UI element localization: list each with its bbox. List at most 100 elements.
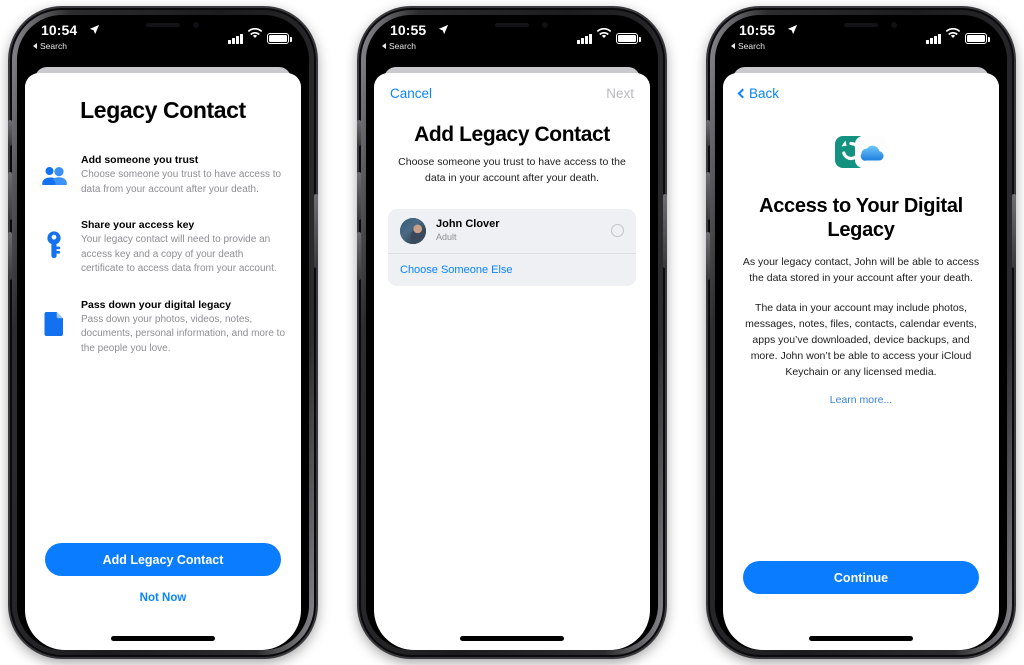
bottom-actions: Add Legacy Contact Not Now <box>25 543 301 650</box>
cellular-signal-icon <box>926 34 941 44</box>
location-arrow-icon <box>89 24 100 35</box>
home-indicator[interactable] <box>111 636 215 641</box>
feature-share-your-access-key: Share your access key Your legacy contac… <box>39 219 287 277</box>
three-phone-screenshot-layout: 10:54 Search Legacy Contact Add someone … <box>0 0 1024 665</box>
battery-icon <box>616 33 641 44</box>
status-indicators <box>228 26 292 44</box>
document-icon <box>39 299 69 337</box>
paragraph-two: The data in your account may include pho… <box>745 301 977 378</box>
status-indicators <box>577 26 641 44</box>
feature-title: Pass down your digital legacy <box>81 298 231 311</box>
learn-more-link[interactable]: Learn more... <box>723 394 999 406</box>
volume-down-button[interactable] <box>357 232 361 280</box>
volume-up-button[interactable] <box>8 172 12 220</box>
location-arrow-icon <box>787 24 798 35</box>
status-time: 10:55 <box>390 22 427 38</box>
notch <box>456 15 568 38</box>
battery-icon <box>267 33 292 44</box>
avatar <box>400 217 426 244</box>
modal-sheet: Back Access to Your Digital Legacy As yo… <box>723 73 999 650</box>
continue-button[interactable]: Continue <box>743 561 979 594</box>
status-back-to-app[interactable]: Search <box>382 41 416 51</box>
earpiece-speaker <box>146 23 180 27</box>
cellular-signal-icon <box>577 34 592 44</box>
status-back-label: Search <box>40 41 67 51</box>
volume-up-button[interactable] <box>706 172 710 220</box>
notch <box>107 15 219 38</box>
contact-card: John Clover Adult Choose Someone Else <box>388 208 636 286</box>
status-back-label: Search <box>389 41 416 51</box>
paragraph-one: As your legacy contact, John will be abl… <box>742 255 980 284</box>
notch <box>805 15 917 38</box>
status-indicators <box>926 26 990 44</box>
feature-list: Add someone you trust Choose someone you… <box>25 154 301 356</box>
back-button[interactable]: Back <box>737 85 780 101</box>
nav-bar: Cancel Next <box>374 73 650 113</box>
wifi-icon <box>596 26 612 44</box>
choose-someone-else-button[interactable]: Choose Someone Else <box>388 254 636 286</box>
wifi-icon <box>247 26 263 44</box>
page-title: Access to Your Digital Legacy <box>759 195 963 242</box>
power-button[interactable] <box>314 194 318 268</box>
silent-switch[interactable] <box>706 120 710 146</box>
silent-switch[interactable] <box>357 120 361 146</box>
wifi-icon <box>945 26 961 44</box>
home-indicator[interactable] <box>460 636 564 641</box>
phone-access-digital-legacy: 10:55 Search Back Access to Your Digital… <box>706 8 1016 657</box>
icloud-data-recovery-icon <box>833 131 889 178</box>
app-icon-wrap <box>723 131 999 178</box>
power-button[interactable] <box>1012 194 1016 268</box>
feature-description: Pass down your photos, videos, notes, do… <box>81 313 285 354</box>
status-back-to-app[interactable]: Search <box>731 41 765 51</box>
two-people-icon <box>39 154 69 186</box>
back-button-label: Back <box>749 85 780 101</box>
power-button[interactable] <box>663 194 667 268</box>
front-camera <box>891 22 897 28</box>
not-now-button[interactable]: Not Now <box>45 592 281 604</box>
earpiece-speaker <box>495 23 529 27</box>
silent-switch[interactable] <box>8 120 12 146</box>
add-legacy-contact-button[interactable]: Add Legacy Contact <box>45 543 281 576</box>
back-triangle-icon <box>731 43 735 49</box>
screen-access-digital-legacy: 10:55 Search Back Access to Your Digital… <box>715 15 1007 650</box>
volume-down-button[interactable] <box>8 232 12 280</box>
page-title: Add Legacy Contact <box>414 123 610 146</box>
phone-legacy-contact-intro: 10:54 Search Legacy Contact Add someone … <box>8 8 318 657</box>
volume-up-button[interactable] <box>357 172 361 220</box>
volume-down-button[interactable] <box>706 232 710 280</box>
cancel-button[interactable]: Cancel <box>390 86 432 101</box>
feature-title: Share your access key <box>81 219 195 231</box>
page-subtitle: Choose someone you trust to have access … <box>398 156 626 184</box>
feature-description: Choose someone you trust to have access … <box>81 169 282 195</box>
key-icon <box>39 219 69 259</box>
earpiece-speaker <box>844 23 878 27</box>
contact-select-radio[interactable] <box>611 224 624 237</box>
feature-add-someone-you-trust: Add someone you trust Choose someone you… <box>39 154 287 197</box>
back-triangle-icon <box>33 43 37 49</box>
feature-title: Add someone you trust <box>81 154 199 166</box>
page-title: Legacy Contact <box>80 97 246 123</box>
back-triangle-icon <box>382 43 386 49</box>
contact-subtitle: Adult <box>436 231 457 242</box>
next-button[interactable]: Next <box>606 86 634 101</box>
status-time: 10:54 <box>41 22 78 38</box>
cellular-signal-icon <box>228 34 243 44</box>
modal-sheet: Cancel Next Add Legacy Contact Choose so… <box>374 73 650 650</box>
screen-legacy-contact-intro: 10:54 Search Legacy Contact Add someone … <box>17 15 309 650</box>
front-camera <box>193 22 199 28</box>
front-camera <box>542 22 548 28</box>
feature-description: Your legacy contact will need to provide… <box>81 234 277 274</box>
status-time: 10:55 <box>739 22 776 38</box>
location-arrow-icon <box>438 24 449 35</box>
phone-add-legacy-contact: 10:55 Search Cancel Next Add Legacy Cont… <box>357 8 667 657</box>
contact-row-john-clover[interactable]: John Clover Adult <box>388 209 636 254</box>
status-back-to-app[interactable]: Search <box>33 41 67 51</box>
feature-pass-down-your-digital-legacy: Pass down your digital legacy Pass down … <box>39 299 287 357</box>
screen-add-legacy-contact: 10:55 Search Cancel Next Add Legacy Cont… <box>366 15 658 650</box>
home-indicator[interactable] <box>809 636 913 641</box>
nav-bar: Back <box>723 73 999 113</box>
chevron-left-icon <box>737 88 748 98</box>
contact-name: John Clover <box>436 217 500 230</box>
status-back-label: Search <box>738 41 765 51</box>
modal-sheet: Legacy Contact Add someone you trust Cho… <box>25 73 301 650</box>
